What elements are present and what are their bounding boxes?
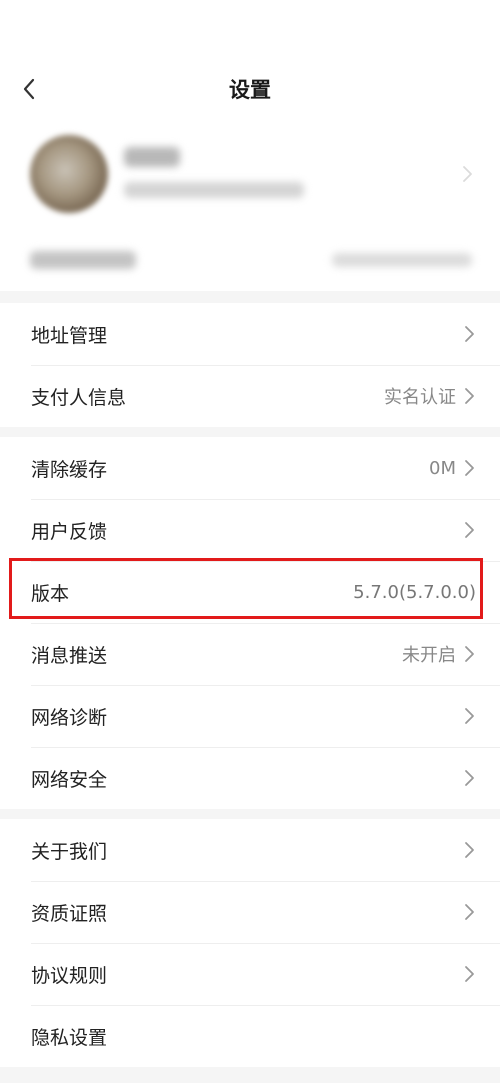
row-label: 版本 <box>31 582 70 605</box>
row-version[interactable]: 版本 5.7.0(5.7.0.0) <box>0 561 500 623</box>
row-label: 地址管理 <box>31 324 108 347</box>
settings-group-about: 关于我们 资质证照 协议规则 隐私设置 <box>0 819 500 1067</box>
page-title: 设置 <box>229 78 271 102</box>
row-about-us[interactable]: 关于我们 <box>0 819 500 881</box>
row-payer-info[interactable]: 支付人信息 实名认证 <box>0 365 500 427</box>
row-network-diagnosis[interactable]: 网络诊断 <box>0 685 500 747</box>
chevron-right-icon <box>465 966 474 982</box>
row-clear-cache[interactable]: 清除缓存 0M <box>0 437 500 499</box>
blurred-account-info <box>124 182 304 198</box>
settings-group-app: 清除缓存 0M 用户反馈 版本 5.7.0(5.7.0.0) 消息推送 未开启 … <box>0 437 500 809</box>
chevron-right-icon <box>465 460 474 476</box>
row-label: 清除缓存 <box>31 458 108 481</box>
row-label: 消息推送 <box>31 644 108 667</box>
row-label: 网络安全 <box>31 768 108 791</box>
chevron-right-icon <box>465 326 474 342</box>
settings-group-account: 地址管理 支付人信息 实名认证 <box>0 303 500 427</box>
blurred-username <box>124 147 180 167</box>
chevron-right-icon <box>465 770 474 786</box>
row-address-management[interactable]: 地址管理 <box>0 303 500 365</box>
chevron-right-icon <box>465 522 474 538</box>
chevron-right-icon <box>465 388 474 404</box>
profile-card[interactable] <box>0 125 500 291</box>
row-label: 隐私设置 <box>31 1026 108 1049</box>
version-value: 5.7.0(5.7.0.0) <box>353 581 476 603</box>
row-message-push[interactable]: 消息推送 未开启 <box>0 623 500 685</box>
row-value: 0M <box>429 457 456 479</box>
chevron-right-icon <box>465 646 474 662</box>
row-label: 资质证照 <box>31 902 108 925</box>
blurred-row-label <box>30 251 136 269</box>
row-value: 未开启 <box>402 645 456 666</box>
chevron-right-icon <box>465 708 474 724</box>
header-bar: 设置 <box>0 0 500 125</box>
row-label: 协议规则 <box>31 964 108 987</box>
chevron-right-icon <box>463 166 472 182</box>
row-qualification[interactable]: 资质证照 <box>0 881 500 943</box>
row-label: 关于我们 <box>31 840 108 863</box>
row-label: 网络诊断 <box>31 706 108 729</box>
row-network-security[interactable]: 网络安全 <box>0 747 500 809</box>
row-label: 用户反馈 <box>31 520 108 543</box>
avatar[interactable] <box>30 135 108 213</box>
row-value: 实名认证 <box>384 387 456 408</box>
row-privacy-settings[interactable]: 隐私设置 <box>0 1005 500 1067</box>
chevron-right-icon <box>465 842 474 858</box>
blurred-row-value <box>332 253 472 267</box>
chevron-right-icon <box>465 904 474 920</box>
row-agreement-rules[interactable]: 协议规则 <box>0 943 500 1005</box>
row-user-feedback[interactable]: 用户反馈 <box>0 499 500 561</box>
row-label: 支付人信息 <box>31 386 127 409</box>
